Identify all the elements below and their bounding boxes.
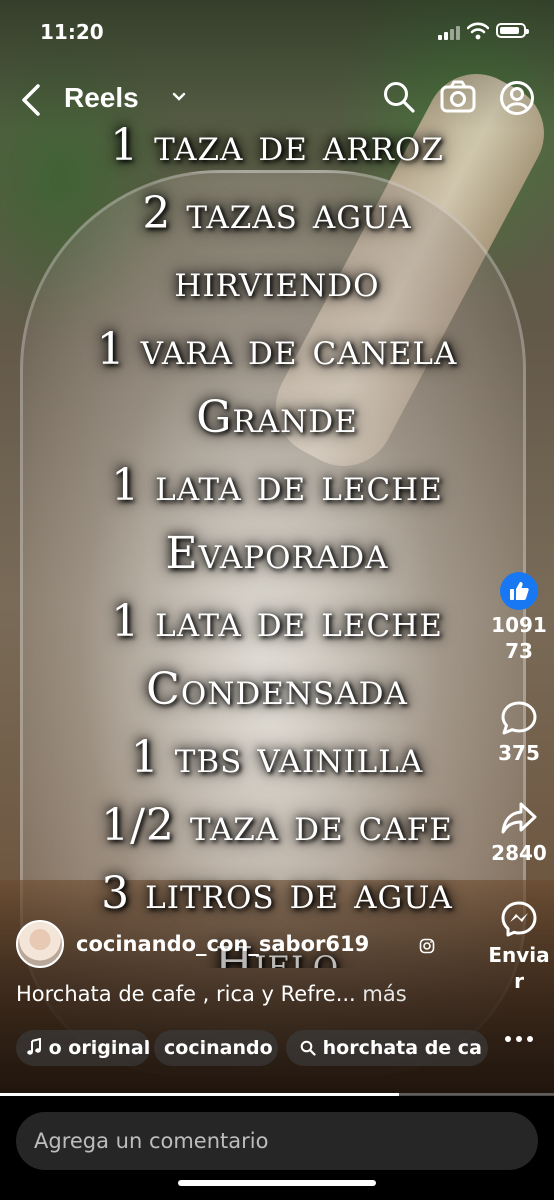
- music-note-icon: [27, 1037, 41, 1055]
- account-chip[interactable]: cocinando: [154, 1030, 278, 1066]
- reel-video[interactable]: 1 taza de arroz 2 tazas agua hirviendo 1…: [0, 0, 554, 1095]
- recipe-line: hirviendo: [174, 256, 380, 307]
- profile-icon[interactable]: [499, 80, 535, 116]
- thumbs-up-icon: [500, 572, 538, 610]
- share-arrow-icon: [501, 802, 537, 834]
- like-count-line1: 1091: [491, 613, 547, 637]
- wifi-icon: [467, 22, 489, 40]
- search-chip[interactable]: horchata de ca: [286, 1030, 488, 1066]
- reels-header: Reels: [0, 74, 554, 126]
- caption-text: Horchata de cafe , rica y Refre...: [16, 982, 356, 1006]
- author-handle[interactable]: cocinando_con_sabor619: [76, 932, 369, 956]
- home-indicator: [178, 1180, 376, 1186]
- recipe-line: 1 lata de leche: [111, 460, 443, 511]
- comment-input[interactable]: Agrega un comentario: [16, 1112, 538, 1170]
- recipe-line: 1 vara de canela: [96, 324, 458, 375]
- send-button[interactable]: Envia r: [486, 900, 552, 994]
- comment-button[interactable]: 375: [486, 700, 552, 766]
- status-time: 11:20: [40, 20, 104, 44]
- search-small-icon: [300, 1040, 316, 1056]
- back-arrow-icon[interactable]: [18, 82, 44, 118]
- chevron-down-icon[interactable]: [172, 92, 186, 102]
- messenger-icon: [501, 901, 537, 937]
- camera-icon[interactable]: [440, 80, 476, 114]
- account-chip-label: cocinando: [164, 1037, 273, 1059]
- instagram-icon: [419, 938, 435, 954]
- comment-bubble-icon: [501, 701, 537, 735]
- share-button[interactable]: 2840: [486, 800, 552, 866]
- cellular-signal-icon: [438, 26, 460, 40]
- recipe-line: 1/2 taza de cafe: [101, 800, 453, 851]
- avatar[interactable]: [16, 920, 64, 968]
- search-icon[interactable]: [382, 80, 416, 114]
- status-bar: 11:20: [0, 0, 554, 64]
- recipe-line: Evaporada: [165, 528, 389, 579]
- caption-more-link[interactable]: más: [356, 982, 406, 1006]
- bottom-bar: Agrega un comentario: [0, 1096, 554, 1200]
- page-title[interactable]: Reels: [64, 82, 139, 114]
- audio-chip[interactable]: o original: [16, 1030, 150, 1066]
- comment-count: 375: [498, 741, 540, 765]
- search-chip-label: horchata de ca: [322, 1037, 482, 1059]
- send-label-line1: Envia: [488, 943, 550, 967]
- recipe-line: 1 tbs vainilla: [130, 732, 424, 783]
- info-chips: o original cocinando horchata de ca: [16, 1030, 488, 1066]
- audio-chip-label: o original: [48, 1037, 150, 1059]
- battery-icon: [496, 23, 529, 38]
- send-label-line2: r: [514, 969, 524, 993]
- caption[interactable]: Horchata de cafe , rica y Refre... más: [16, 982, 407, 1006]
- recipe-line: Grande: [196, 392, 358, 443]
- recipe-line: 2 tazas agua: [142, 188, 412, 239]
- recipe-line: 3 litros de agua: [101, 868, 453, 919]
- recipe-line: 1 lata de leche: [111, 596, 443, 647]
- more-dots-icon: [505, 1036, 533, 1042]
- recipe-text-overlay: 1 taza de arroz 2 tazas agua hirviendo 1…: [0, 112, 554, 968]
- like-button[interactable]: 1091 73: [486, 572, 552, 664]
- more-options-button[interactable]: [486, 1026, 552, 1056]
- like-count-line2: 73: [505, 639, 533, 663]
- share-count: 2840: [491, 841, 547, 865]
- recipe-line: Condensada: [146, 664, 408, 715]
